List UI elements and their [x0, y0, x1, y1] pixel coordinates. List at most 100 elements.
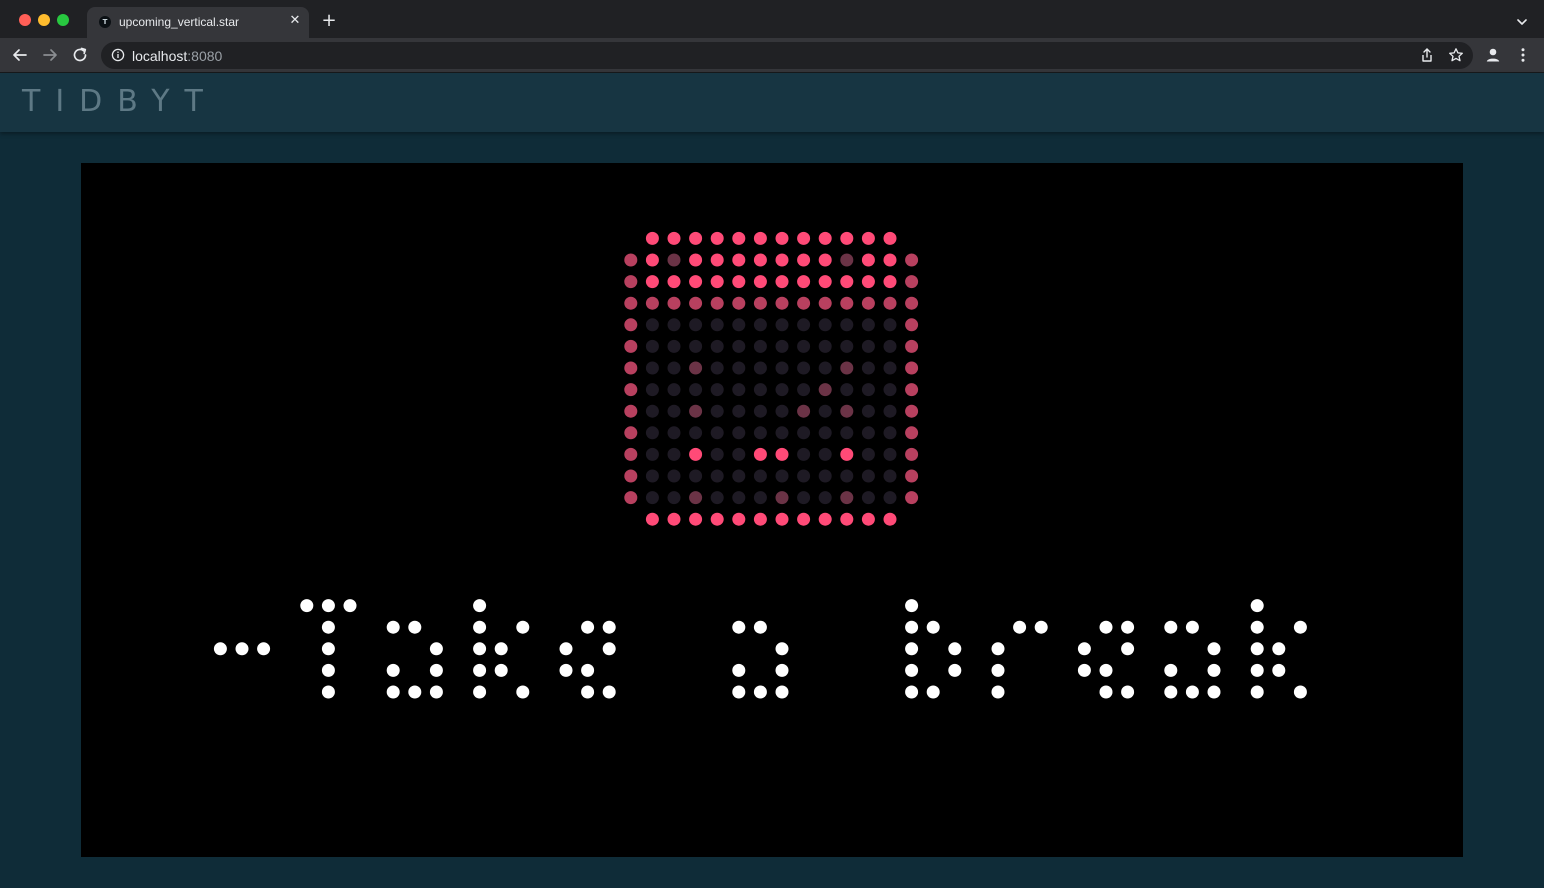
- message-led: [581, 685, 595, 699]
- message-led: [516, 620, 530, 634]
- calendar-frame-led: [624, 404, 638, 418]
- calendar-cell-led: [818, 447, 832, 461]
- calendar-frame-led: [624, 491, 638, 505]
- calendar-header-led: [667, 253, 681, 267]
- calendar-header-led: [710, 296, 724, 310]
- message-led: [1077, 642, 1091, 656]
- calendar-header-led: [732, 275, 746, 289]
- calendar-cell-led: [645, 339, 659, 353]
- message-led: [429, 685, 443, 699]
- message-led: [732, 685, 746, 699]
- calendar-cell-led: [818, 491, 832, 505]
- browser-tab[interactable]: T upcoming_vertical.star ✕: [87, 7, 309, 38]
- message-led: [1164, 620, 1178, 634]
- minimize-window-button[interactable]: [38, 14, 50, 26]
- calendar-cell-led: [753, 318, 767, 332]
- message-led: [386, 685, 400, 699]
- calendar-cell-led: [818, 318, 832, 332]
- message-led: [473, 685, 487, 699]
- message-led: [213, 642, 227, 656]
- calendar-cell-led: [797, 404, 811, 418]
- calendar-frame-led: [624, 296, 638, 310]
- reload-icon[interactable]: [71, 46, 89, 64]
- calendar-frame-led: [624, 361, 638, 375]
- calendar-header-led: [840, 275, 854, 289]
- calendar-cell-led: [732, 404, 746, 418]
- info-icon[interactable]: [111, 48, 125, 62]
- message-led: [1185, 685, 1199, 699]
- profile-icon[interactable]: [1484, 46, 1502, 64]
- calendar-cell-led: [689, 491, 703, 505]
- calendar-cell-led: [645, 447, 659, 461]
- calendar-cell-led: [689, 426, 703, 440]
- calendar-frame-led: [710, 231, 724, 245]
- message-led: [1250, 685, 1264, 699]
- calendar-cell-led: [732, 361, 746, 375]
- calendar-cell-led: [645, 491, 659, 505]
- calendar-frame-led: [905, 491, 919, 505]
- message-led: [516, 685, 530, 699]
- arrow-left-icon[interactable]: [11, 46, 29, 64]
- star-icon[interactable]: [1448, 47, 1464, 63]
- tab-strip: T upcoming_vertical.star ✕ +: [0, 0, 1544, 38]
- calendar-frame-led: [883, 231, 897, 245]
- calendar-cell-led: [861, 318, 875, 332]
- calendar-frame-led: [624, 318, 638, 332]
- calendar-cell-led: [883, 404, 897, 418]
- calendar-cell-led: [840, 447, 854, 461]
- calendar-frame-led: [667, 512, 681, 526]
- plus-icon[interactable]: +: [320, 12, 338, 30]
- close-icon[interactable]: ✕: [287, 13, 303, 29]
- chevron-down-icon[interactable]: [1514, 14, 1530, 30]
- calendar-cell-led: [797, 361, 811, 375]
- calendar-header-led: [818, 296, 832, 310]
- close-window-button[interactable]: [19, 14, 31, 26]
- calendar-cell-led: [840, 318, 854, 332]
- calendar-cell-led: [710, 426, 724, 440]
- share-icon[interactable]: [1419, 47, 1435, 63]
- calendar-header-led: [775, 275, 789, 289]
- message-led: [235, 642, 249, 656]
- calendar-cell-led: [753, 469, 767, 483]
- calendar-cell-led: [710, 361, 724, 375]
- calendar-cell-led: [883, 491, 897, 505]
- calendar-frame-led: [905, 275, 919, 289]
- page-header: TIDBYT: [0, 73, 1544, 132]
- message-led: [1250, 663, 1264, 677]
- calendar-frame-led: [818, 512, 832, 526]
- calendar-cell-led: [753, 339, 767, 353]
- message-led: [473, 620, 487, 634]
- calendar-frame-led: [624, 339, 638, 353]
- calendar-cell-led: [797, 469, 811, 483]
- message-led: [1207, 663, 1221, 677]
- calendar-header-led: [797, 275, 811, 289]
- message-led: [948, 642, 962, 656]
- maximize-window-button[interactable]: [57, 14, 69, 26]
- message-led: [1013, 620, 1027, 634]
- url-text: localhost:8080: [132, 48, 222, 64]
- calendar-header-led: [818, 253, 832, 267]
- tab-title: upcoming_vertical.star: [119, 15, 240, 29]
- message-led: [1164, 685, 1178, 699]
- calendar-header-led: [861, 253, 875, 267]
- browser-toolbar: localhost:8080: [0, 38, 1544, 73]
- calendar-frame-led: [624, 253, 638, 267]
- arrow-right-icon[interactable]: [41, 46, 59, 64]
- message-led: [1250, 620, 1264, 634]
- calendar-cell-led: [883, 361, 897, 375]
- message-led: [343, 599, 357, 613]
- address-bar[interactable]: localhost:8080: [101, 42, 1473, 69]
- calendar-cell-led: [710, 318, 724, 332]
- calendar-frame-led: [753, 512, 767, 526]
- calendar-cell-led: [818, 469, 832, 483]
- calendar-cell-led: [732, 318, 746, 332]
- calendar-cell-led: [775, 426, 789, 440]
- kebab-menu-icon[interactable]: [1514, 46, 1532, 64]
- calendar-cell-led: [710, 404, 724, 418]
- tidbyt-logo: TIDBYT: [22, 84, 218, 119]
- calendar-header-led: [883, 275, 897, 289]
- calendar-cell-led: [732, 491, 746, 505]
- message-led: [1077, 663, 1091, 677]
- message-led: [948, 663, 962, 677]
- calendar-cell-led: [689, 447, 703, 461]
